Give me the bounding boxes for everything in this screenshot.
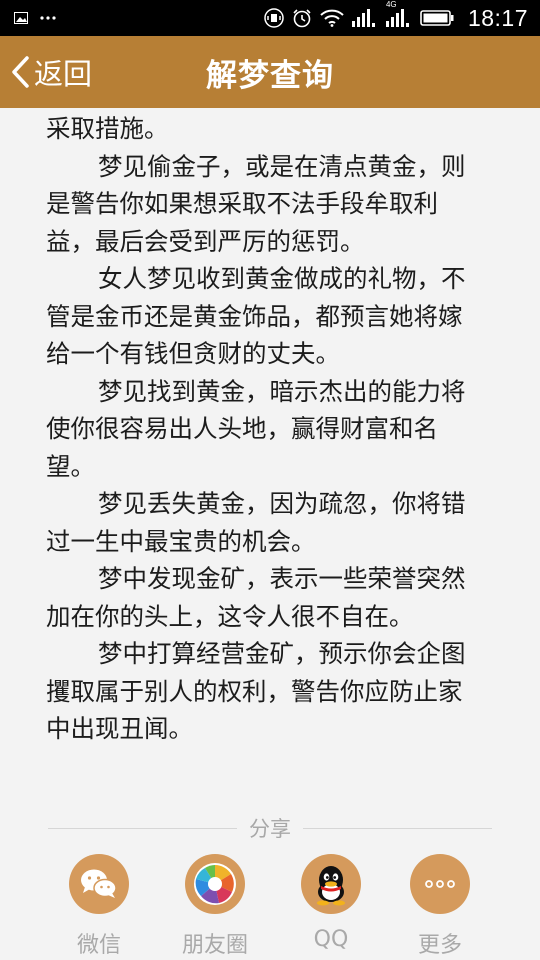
paragraph: 女人梦见收到黄金做成的礼物，不管是金币还是黄金饰品，都预言她将嫁给一个有钱但贪财…: [46, 264, 466, 368]
wechat-icon: [69, 854, 129, 914]
more-dots-icon: [410, 854, 470, 914]
qq-icon: [301, 854, 361, 914]
divider-line: [303, 827, 492, 829]
share-label: 分享: [249, 817, 291, 841]
share-qq-button[interactable]: QQ: [276, 854, 386, 952]
dream-interpretation-text: 采取措施。 梦见偷金子，或是在清点黄金，则是警告你如果想采取不法手段牟取利益，最…: [46, 108, 486, 748]
image-icon: [14, 12, 28, 24]
status-bar: 4G 18:17: [0, 0, 540, 36]
paragraph: 梦中发现金矿，表示一些荣誉突然加在你的头上，这令人很不自在。: [46, 564, 466, 631]
more-icon: [40, 16, 56, 20]
paragraph: 梦见丢失黄金，因为疏忽，你将错过一生中最宝贵的机会。: [46, 489, 466, 556]
wifi-icon: [320, 9, 344, 27]
vibrate-icon: [264, 8, 284, 28]
share-more-label: 更多: [417, 933, 462, 958]
paragraph-continuation: 采取措施。: [46, 114, 169, 143]
paragraph: 梦见偷金子，或是在清点黄金，则是警告你如果想采取不法手段牟取利益，最后会受到严厉…: [46, 151, 466, 256]
share-more-button[interactable]: 更多: [385, 854, 495, 959]
share-wechat-button[interactable]: 微信: [44, 854, 154, 959]
alarm-icon: [292, 8, 312, 28]
status-time: 18:17: [467, 4, 528, 31]
share-moments-button[interactable]: 朋友圈: [160, 854, 270, 959]
moments-icon: [185, 854, 245, 914]
signal-4g-icon: 4G: [385, 0, 412, 27]
paragraph: 梦中打算经营金矿，预示你会企图攫取属于别人的权利，警告你应防止家中出现丑闻。: [46, 639, 466, 743]
app-header: 返回 解梦查询: [0, 36, 540, 108]
signal-icon: [351, 9, 378, 27]
share-moments-label: 朋友圈: [181, 933, 248, 958]
share-options: 微信 朋友圈 QQ 更多: [0, 854, 540, 960]
share-wechat-label: 微信: [76, 933, 121, 958]
page-title: 解梦查询: [206, 57, 334, 94]
share-divider: 分享: [48, 814, 492, 842]
network-type-label: 4G: [385, 0, 397, 9]
share-qq-label: QQ: [313, 927, 349, 952]
divider-line: [48, 827, 237, 829]
paragraph: 梦见找到黄金，暗示杰出的能力将使你很容易出人头地，赢得财富和名望。: [46, 376, 466, 481]
battery-icon: [420, 10, 454, 26]
